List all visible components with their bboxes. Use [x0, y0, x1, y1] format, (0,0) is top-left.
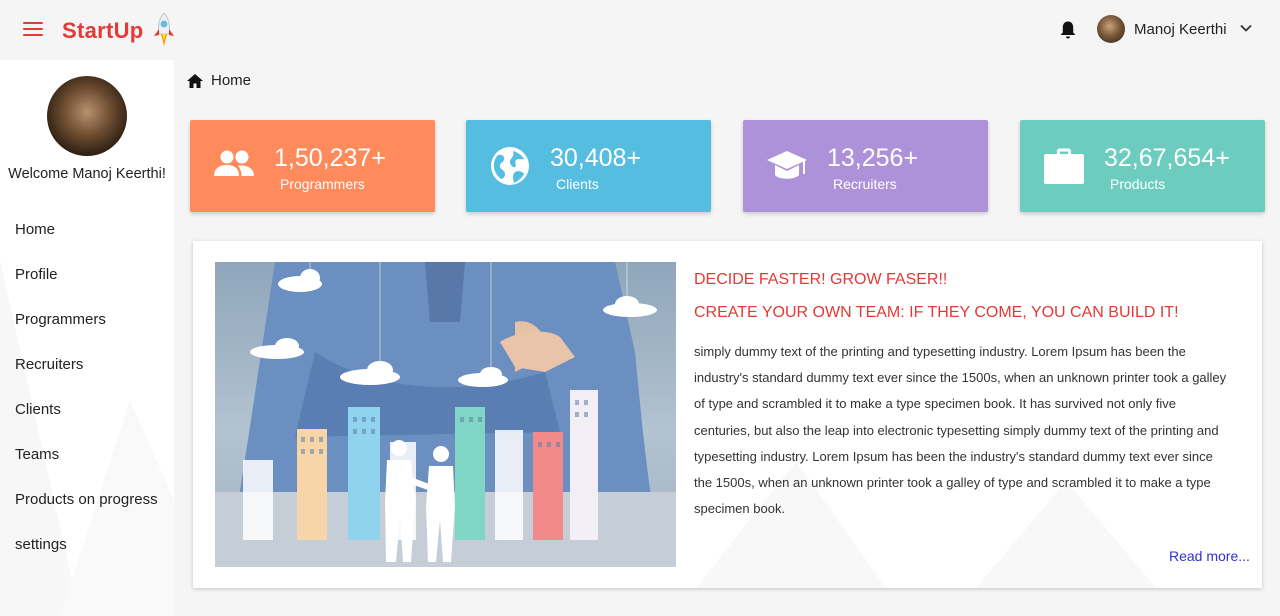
hamburger-menu-icon[interactable]: [23, 22, 43, 38]
chevron-down-icon[interactable]: [1240, 24, 1252, 32]
brand-logo-text[interactable]: StartUp: [62, 18, 144, 44]
stat-label: Products: [1110, 176, 1166, 192]
top-bar: StartUp Manoj Keerthi: [0, 0, 1280, 60]
sidebar-nav: Home Profile Programmers Recruiters Clie…: [0, 210, 174, 570]
stat-value: 1,50,237+: [274, 144, 386, 172]
article-heading-2: CREATE YOUR OWN TEAM: IF THEY COME, YOU …: [694, 304, 1179, 321]
breadcrumb-home[interactable]: Home: [211, 72, 251, 89]
rocket-icon: [154, 12, 174, 46]
sidebar-item-programmers[interactable]: Programmers: [0, 300, 174, 345]
profile-avatar[interactable]: [47, 76, 127, 156]
read-more-link[interactable]: Read more...: [1169, 548, 1250, 564]
sidebar-item-settings[interactable]: settings: [0, 525, 174, 570]
article-heading-1: DECIDE FASTER! GROW FASER!!: [694, 271, 948, 288]
main-content: Home 1,50,237+ Programmers 30,408+ Clien…: [174, 60, 1280, 616]
briefcase-icon: [1044, 148, 1084, 184]
notification-bell-icon[interactable]: [1059, 20, 1077, 40]
user-name[interactable]: Manoj Keerthi: [1134, 21, 1227, 38]
stat-value: 30,408+: [550, 144, 642, 172]
stat-label: Programmers: [280, 176, 365, 192]
stat-value: 13,256+: [827, 144, 919, 172]
stat-label: Clients: [556, 176, 599, 192]
sidebar-item-products-on-progress[interactable]: Products on progress: [0, 480, 174, 525]
sidebar: Welcome Manoj Keerthi! Home Profile Prog…: [0, 60, 174, 616]
hero-image: [215, 262, 676, 567]
stat-card-clients[interactable]: 30,408+ Clients: [466, 120, 711, 212]
breadcrumb: Home: [186, 72, 251, 89]
sidebar-item-clients[interactable]: Clients: [0, 390, 174, 435]
stat-card-recruiters[interactable]: 13,256+ Recruiters: [743, 120, 988, 212]
user-avatar[interactable]: [1097, 15, 1125, 43]
users-icon: [214, 150, 254, 176]
stat-card-programmers[interactable]: 1,50,237+ Programmers: [190, 120, 435, 212]
sidebar-item-teams[interactable]: Teams: [0, 435, 174, 480]
stat-card-products[interactable]: 32,67,654+ Products: [1020, 120, 1265, 212]
sidebar-item-home[interactable]: Home: [0, 210, 174, 255]
stat-label: Recruiters: [833, 176, 897, 192]
stat-value: 32,67,654+: [1104, 144, 1230, 172]
welcome-message: Welcome Manoj Keerthi!: [8, 166, 166, 182]
sidebar-item-recruiters[interactable]: Recruiters: [0, 345, 174, 390]
content-panel: DECIDE FASTER! GROW FASER!! CREATE YOUR …: [193, 241, 1262, 588]
article-body: simply dummy text of the printing and ty…: [694, 344, 1227, 517]
graduation-cap-icon: [767, 151, 807, 179]
globe-icon: [491, 147, 529, 185]
home-icon[interactable]: [186, 73, 204, 89]
sidebar-item-profile[interactable]: Profile: [0, 255, 174, 300]
